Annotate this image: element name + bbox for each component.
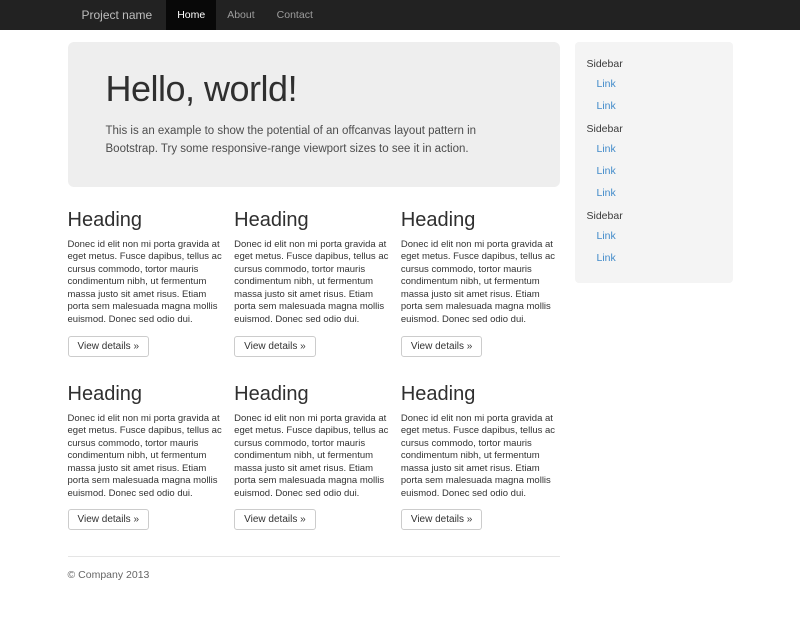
navbar-menu: Home About Contact	[166, 0, 324, 30]
card-body-text: Donec id elit non mi porta gravida at eg…	[68, 239, 227, 327]
sidebar-link[interactable]: Link	[587, 73, 721, 95]
sidebar-link[interactable]: Link	[587, 95, 721, 117]
main-column: Hello, world! This is an example to show…	[68, 42, 560, 621]
sidebar-link[interactable]: Link	[587, 182, 721, 204]
card: Heading Donec id elit non mi porta gravi…	[401, 383, 560, 531]
navbar: Project name Home About Contact	[0, 0, 800, 30]
card-body-text: Donec id elit non mi porta gravida at eg…	[234, 239, 393, 327]
card: Heading Donec id elit non mi porta gravi…	[68, 383, 227, 531]
sidebar-link[interactable]: Link	[587, 247, 721, 269]
card-heading: Heading	[401, 209, 560, 232]
nav-item-contact[interactable]: Contact	[266, 0, 324, 30]
view-details-button[interactable]: View details »	[68, 336, 150, 357]
card-body-text: Donec id elit non mi porta gravida at eg…	[68, 413, 227, 501]
navbar-container: Project name Home About Contact	[68, 0, 733, 30]
sidebar-heading: Sidebar	[587, 204, 721, 225]
card-heading: Heading	[68, 209, 227, 232]
sidebar-link[interactable]: Link	[587, 160, 721, 182]
jumbotron-text: This is an example to show the potential…	[106, 122, 530, 159]
sidebar-group-1: Sidebar Link Link	[587, 52, 721, 117]
copyright-text: © Company 2013	[68, 569, 560, 581]
sidebar-link[interactable]: Link	[587, 225, 721, 247]
card-body-text: Donec id elit non mi porta gravida at eg…	[401, 239, 560, 327]
view-details-button[interactable]: View details »	[68, 509, 150, 530]
page-title: Hello, world!	[106, 68, 530, 110]
sidebar-group-3: Sidebar Link Link	[587, 204, 721, 269]
jumbotron: Hello, world! This is an example to show…	[68, 42, 560, 187]
nav-item-about[interactable]: About	[216, 0, 265, 30]
sidebar-group-2: Sidebar Link Link Link	[587, 117, 721, 204]
view-details-button[interactable]: View details »	[401, 336, 483, 357]
card-body-text: Donec id elit non mi porta gravida at eg…	[234, 413, 393, 501]
cards-row-2: Heading Donec id elit non mi porta gravi…	[68, 383, 560, 531]
view-details-button[interactable]: View details »	[234, 509, 316, 530]
sidebar: Sidebar Link Link Sidebar Link Link Link…	[575, 42, 733, 283]
sidebar-heading: Sidebar	[587, 117, 721, 138]
card-heading: Heading	[401, 383, 560, 406]
card-heading: Heading	[234, 209, 393, 232]
card: Heading Donec id elit non mi porta gravi…	[234, 209, 393, 357]
card-heading: Heading	[234, 383, 393, 406]
view-details-button[interactable]: View details »	[401, 509, 483, 530]
page-container: Hello, world! This is an example to show…	[68, 42, 733, 621]
nav-item-home[interactable]: Home	[166, 0, 216, 30]
sidebar-link[interactable]: Link	[587, 138, 721, 160]
card-heading: Heading	[68, 383, 227, 406]
sidebar-column: Sidebar Link Link Sidebar Link Link Link…	[575, 42, 733, 283]
content-row: Hello, world! This is an example to show…	[68, 42, 733, 621]
brand-link[interactable]: Project name	[82, 0, 153, 30]
cards-row-1: Heading Donec id elit non mi porta gravi…	[68, 209, 560, 357]
view-details-button[interactable]: View details »	[234, 336, 316, 357]
card-body-text: Donec id elit non mi porta gravida at eg…	[401, 413, 560, 501]
card: Heading Donec id elit non mi porta gravi…	[68, 209, 227, 357]
card: Heading Donec id elit non mi porta gravi…	[401, 209, 560, 357]
footer: © Company 2013	[68, 556, 560, 621]
card: Heading Donec id elit non mi porta gravi…	[234, 383, 393, 531]
sidebar-heading: Sidebar	[587, 52, 721, 73]
